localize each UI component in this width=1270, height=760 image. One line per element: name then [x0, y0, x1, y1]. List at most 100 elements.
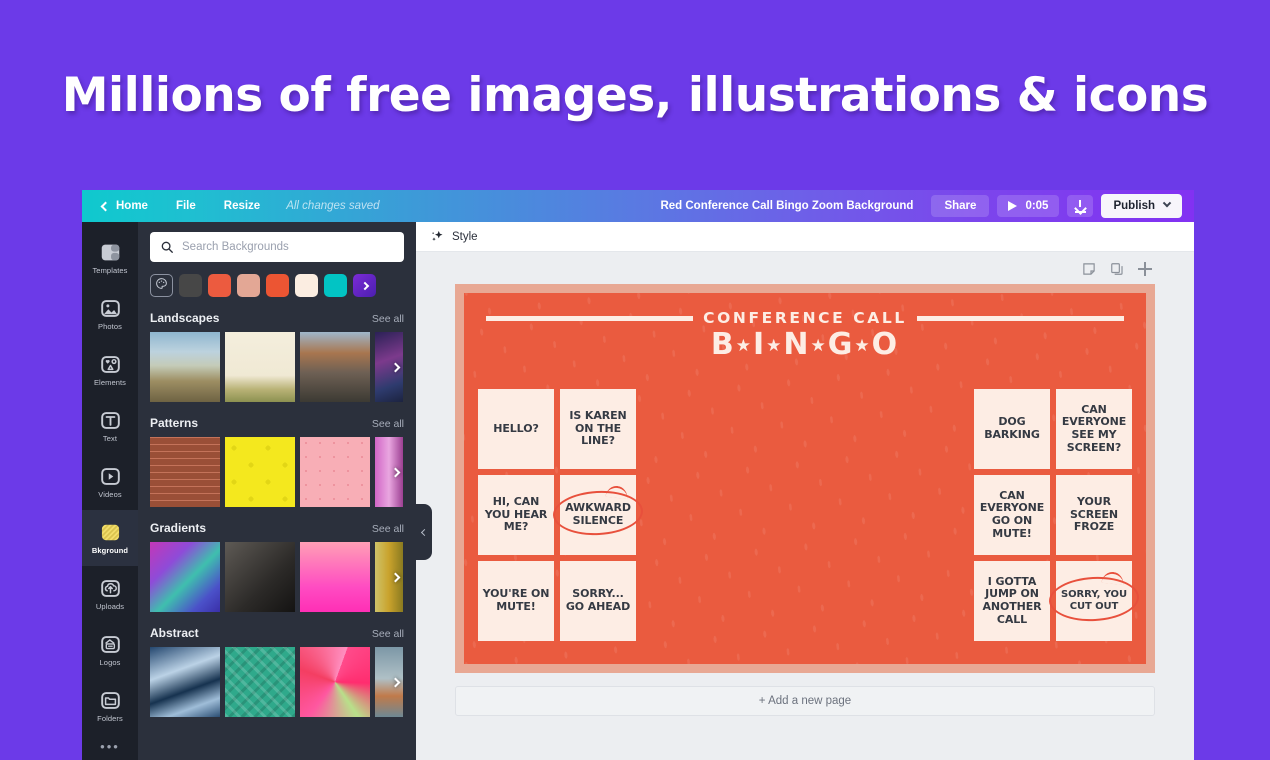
swatch-red-orange[interactable]: [208, 274, 231, 297]
collapse-panel-button[interactable]: [416, 504, 432, 560]
see-all-link[interactable]: See all: [372, 313, 404, 325]
bingo-letter-g: G: [827, 327, 855, 362]
bingo-cell[interactable]: CAN EVERYONE GO ON MUTE!: [974, 475, 1050, 555]
home-button-label: Home: [116, 200, 148, 212]
scroll-right-abstract[interactable]: [386, 673, 404, 691]
thumbnail-pink-swirl[interactable]: [300, 647, 370, 717]
bingo-eyebrow: CONFERENCE CALL: [703, 309, 907, 327]
add-new-page-button[interactable]: + Add a new page: [455, 686, 1155, 716]
see-all-link[interactable]: See all: [372, 628, 404, 640]
bingo-cell[interactable]: SORRY... GO AHEAD: [560, 561, 636, 641]
sidebar-item-uploads[interactable]: Uploads: [82, 566, 138, 622]
canvas-area: CONFERENCE CALL B★I★N★G★O HELLO? IS KARE…: [416, 252, 1194, 760]
thumbnail-pink-magenta[interactable]: [300, 542, 370, 612]
swatch-orange-red[interactable]: [266, 274, 289, 297]
bingo-cell[interactable]: CAN EVERYONE SEE MY SCREEN?: [1056, 389, 1132, 469]
logos-icon: [100, 634, 121, 655]
star-icon-1: ★: [735, 336, 753, 356]
bingo-cell[interactable]: HI, CAN YOU HEAR ME?: [478, 475, 554, 555]
swatch-dark-gray[interactable]: [179, 274, 202, 297]
scroll-right-patterns[interactable]: [386, 463, 404, 481]
duration-label: 0:05: [1025, 200, 1049, 212]
bingo-card: CONFERENCE CALL B★I★N★G★O HELLO? IS KARE…: [464, 293, 1146, 664]
design-canvas-page[interactable]: CONFERENCE CALL B★I★N★G★O HELLO? IS KARE…: [455, 284, 1155, 673]
thumbnail-desert-horizon[interactable]: [150, 332, 220, 402]
bingo-cell[interactable]: DOG BARKING: [974, 389, 1050, 469]
resize-button[interactable]: Resize: [210, 200, 274, 212]
bingo-letter-b: B: [710, 327, 736, 362]
thumbnail-brick-wall[interactable]: [150, 437, 220, 507]
sidebar-item-elements[interactable]: Elements: [82, 342, 138, 398]
see-all-link[interactable]: See all: [372, 523, 404, 535]
folders-icon: [100, 690, 121, 711]
sidebar-item-videos[interactable]: Videos: [82, 454, 138, 510]
file-menu-button[interactable]: File: [162, 200, 210, 212]
thumbnail-yellow-lemon[interactable]: [225, 437, 295, 507]
canva-editor-window: Home File Resize All changes saved Red C…: [82, 190, 1194, 760]
thumbnail-dark-charcoal[interactable]: [225, 542, 295, 612]
chevron-left-icon: [420, 528, 428, 536]
sidebar-item-bkground[interactable]: Bkground: [82, 510, 138, 566]
thumbnail-violet-teal-poly[interactable]: [150, 542, 220, 612]
bingo-grid-left: HELLO? IS KAREN ON THE LINE? HI, CAN YOU…: [478, 389, 645, 641]
swatch-cream[interactable]: [295, 274, 318, 297]
star-icon-4: ★: [854, 336, 872, 356]
bingo-cell-text: YOU'RE ON MUTE!: [482, 587, 550, 613]
scroll-right-gradients[interactable]: [386, 568, 404, 586]
style-button-label[interactable]: Style: [452, 231, 478, 243]
document-title[interactable]: Red Conference Call Bingo Zoom Backgroun…: [660, 200, 913, 212]
rule-left: [486, 315, 694, 321]
swatch-teal[interactable]: [324, 274, 347, 297]
bingo-cell[interactable]: I GOTTA JUMP ON ANOTHER CALL: [974, 561, 1050, 641]
notes-icon[interactable]: [1082, 262, 1096, 276]
palette-icon: [155, 277, 168, 295]
bingo-cell-text: I GOTTA JUMP ON ANOTHER CALL: [982, 574, 1042, 626]
present-timer-button[interactable]: 0:05: [997, 195, 1060, 217]
color-picker-button[interactable]: [150, 274, 173, 297]
section-abstract: Abstract See all: [150, 626, 404, 717]
section-title: Gradients: [150, 521, 207, 535]
search-icon: [160, 240, 174, 254]
duplicate-page-icon[interactable]: [1110, 262, 1124, 276]
text-icon: [100, 410, 121, 431]
bingo-cell-marked[interactable]: AWKWARD SILENCE: [551, 475, 645, 555]
more-colors-button[interactable]: [353, 274, 376, 297]
bingo-cell[interactable]: HELLO?: [478, 389, 554, 469]
bingo-cell[interactable]: IS KAREN ON THE LINE?: [560, 389, 636, 469]
share-button[interactable]: Share: [931, 195, 990, 217]
search-input[interactable]: [182, 241, 394, 253]
search-backgrounds-field[interactable]: [150, 232, 404, 262]
sidebar-label: Templates: [92, 265, 128, 275]
see-all-link[interactable]: See all: [372, 418, 404, 430]
section-header: Abstract See all: [150, 626, 404, 640]
elements-icon: [100, 354, 121, 375]
sidebar-item-folders[interactable]: Folders: [82, 678, 138, 734]
sidebar-item-text[interactable]: Text: [82, 398, 138, 454]
thumbnail-pale-field[interactable]: [225, 332, 295, 402]
backgrounds-panel: Landscapes See all Patterns See all: [138, 222, 416, 760]
sidebar-item-photos[interactable]: Photos: [82, 286, 138, 342]
publish-button[interactable]: Publish: [1101, 194, 1182, 218]
bingo-cell[interactable]: YOU'RE ON MUTE!: [478, 561, 554, 641]
home-button[interactable]: Home: [96, 200, 162, 212]
swatch-salmon[interactable]: [237, 274, 260, 297]
sidebar-label: Photos: [98, 321, 122, 331]
download-button[interactable]: [1067, 195, 1094, 217]
section-header: Gradients See all: [150, 521, 404, 535]
section-gradients: Gradients See all: [150, 521, 404, 612]
bingo-cell[interactable]: YOUR SCREEN FROZE: [1056, 475, 1132, 555]
bingo-cell-marked[interactable]: SORRY, YOU CUT OUT: [1047, 561, 1141, 641]
thumbnail-pink-dots[interactable]: [300, 437, 370, 507]
section-landscapes: Landscapes See all: [150, 311, 404, 402]
section-patterns: Patterns See all: [150, 416, 404, 507]
thumbnail-rocky-mountain[interactable]: [300, 332, 370, 402]
thumbnail-green-grid[interactable]: [225, 647, 295, 717]
sidebar-item-templates[interactable]: Templates: [82, 230, 138, 286]
bingo-row: YOU'RE ON MUTE! SORRY... GO AHEAD: [478, 561, 636, 641]
top-bar-left-group: Home File Resize All changes saved: [82, 200, 380, 212]
more-tools-button[interactable]: •••: [100, 740, 120, 753]
sidebar-item-logos[interactable]: Logos: [82, 622, 138, 678]
add-page-icon[interactable]: [1138, 262, 1152, 276]
scroll-right-landscapes[interactable]: [386, 358, 404, 376]
thumbnail-blue-ink[interactable]: [150, 647, 220, 717]
